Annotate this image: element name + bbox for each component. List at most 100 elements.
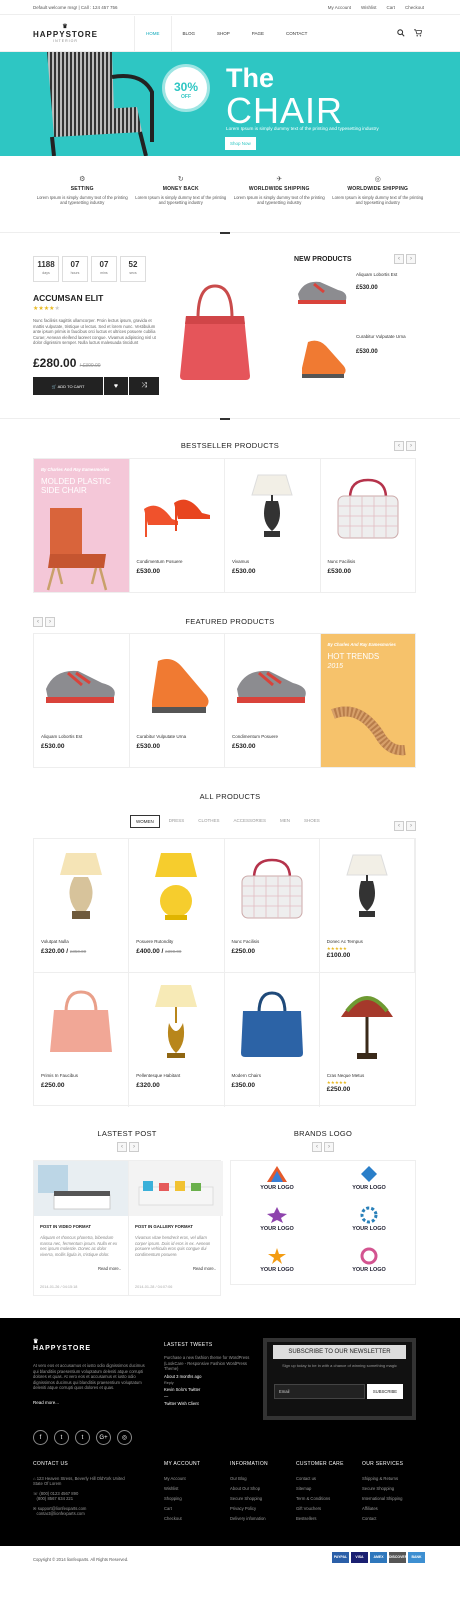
- footer-link[interactable]: Shipping & Returns: [362, 1476, 403, 1481]
- tab-clothes[interactable]: CLOTHES: [193, 815, 224, 828]
- brand-logo[interactable]: YOUR LOGO: [231, 1161, 323, 1202]
- product-card[interactable]: Cras Neque Metus ★★★★★ £250.00: [320, 973, 415, 1107]
- post-card[interactable]: POST IN GALLERY FORMAT Vivamus vitae hen…: [129, 1161, 223, 1295]
- tab-shoes[interactable]: SHOES: [299, 815, 325, 828]
- promo-hot-trends[interactable]: By Charles And Ray Eamesmories HOT TREND…: [320, 634, 415, 767]
- heart-icon[interactable]: ♥: [104, 377, 128, 395]
- nav-shop[interactable]: SHOP: [206, 16, 241, 52]
- prev-arrow[interactable]: ‹: [117, 1142, 127, 1152]
- brand-logo[interactable]: YOUR LOGO: [231, 1243, 323, 1284]
- compare-icon[interactable]: ⤨: [129, 377, 159, 395]
- newsletter-box: SUBSCRIBE TO OUR NEWSLETTER Sign up toda…: [263, 1338, 416, 1420]
- prev-arrow[interactable]: ‹: [312, 1142, 322, 1152]
- product-card[interactable]: Vivamus £530.00: [225, 459, 321, 592]
- product-card[interactable]: Nunc Facilisis £530.00: [321, 459, 416, 592]
- footer-logo[interactable]: ♛ HAPPYSTORE: [33, 1338, 91, 1352]
- footer-read-more[interactable]: Read more...: [33, 1400, 59, 1405]
- brand-logo[interactable]: YOUR LOGO: [323, 1202, 415, 1243]
- brand-logo[interactable]: YOUR LOGO: [323, 1243, 415, 1284]
- product-card[interactable]: Donec Ac Tempus ★★★★★ £100.00: [319, 839, 415, 973]
- brand-logo[interactable]: YOUR LOGO: [231, 1202, 323, 1243]
- nav-contact[interactable]: CONTACT: [275, 16, 318, 52]
- product-card[interactable]: Primis In Faucibus £250.00: [34, 973, 130, 1107]
- checkout-link[interactable]: Checkout: [405, 5, 424, 10]
- dribbble-icon[interactable]: ◎: [117, 1430, 132, 1445]
- read-more-link[interactable]: Read more..: [193, 1266, 216, 1271]
- next-arrow[interactable]: ›: [129, 1142, 139, 1152]
- promo-molded-chair[interactable]: By Charles And Ray Eamesmories MOLDED PL…: [34, 459, 130, 592]
- list-item[interactable]: Curabitur Vulputate Urna £530.00: [294, 334, 416, 380]
- cart-link[interactable]: Cart: [386, 5, 395, 10]
- lamp-image: [346, 854, 388, 917]
- site-logo[interactable]: ♛ HAPPYSTORE INTERIOR: [33, 24, 98, 43]
- tweet-author[interactable]: Kevin Solo's Twitter: [164, 1387, 256, 1392]
- footer-link[interactable]: Delivery infomation: [230, 1516, 268, 1521]
- footer-our-services: OUR SERVICES Shipping & Returns Secure S…: [362, 1461, 404, 1521]
- footer-link[interactable]: Wishlist: [164, 1486, 200, 1491]
- footer-link[interactable]: Our Blog: [230, 1476, 268, 1481]
- product-card[interactable]: Pellentesque Habitant £320.00: [129, 973, 225, 1107]
- footer-link[interactable]: Secure Shopping: [362, 1486, 403, 1491]
- post-card[interactable]: POST IN VIDEO FORMAT Aliquam et rhoncus …: [34, 1161, 129, 1295]
- sneaker-image: [298, 281, 347, 304]
- all-products-title: ALL PRODUCTS: [199, 792, 261, 801]
- footer-link[interactable]: Gift Vouchers: [296, 1506, 344, 1511]
- deal-product-name[interactable]: ACCUMSAN ELIT: [33, 293, 103, 303]
- footer-link[interactable]: Term & Conditions: [296, 1496, 344, 1501]
- product-card[interactable]: Curabitur Vulputate Urna £530.00: [130, 634, 225, 767]
- nav-page[interactable]: PAGE: [241, 16, 275, 52]
- wishlist-link[interactable]: Wishlist: [361, 5, 377, 10]
- cart-icon[interactable]: [414, 29, 423, 39]
- twitter-icon[interactable]: t: [54, 1430, 69, 1445]
- tab-dress[interactable]: DRESS: [164, 815, 190, 828]
- next-arrow[interactable]: ›: [406, 441, 416, 451]
- footer-link[interactable]: Checkout: [164, 1516, 200, 1521]
- prev-arrow[interactable]: ‹: [394, 254, 404, 264]
- footer-link[interactable]: Affiliates: [362, 1506, 403, 1511]
- nav-home[interactable]: HOME: [134, 16, 172, 52]
- product-card[interactable]: Modern Chairs £350.00: [225, 973, 320, 1107]
- footer-link[interactable]: My Account: [164, 1476, 200, 1481]
- tab-accessories[interactable]: ACCESSORIES: [229, 815, 272, 828]
- footer-link[interactable]: Privacy Policy: [230, 1506, 268, 1511]
- tweet-reply-link[interactable]: Reply: [164, 1381, 256, 1385]
- footer-link[interactable]: Secure Shopping: [230, 1496, 268, 1501]
- newsletter-email-input[interactable]: Email: [274, 1384, 365, 1399]
- lamp-image: [60, 853, 103, 919]
- next-arrow[interactable]: ›: [324, 1142, 334, 1152]
- next-arrow[interactable]: ›: [406, 254, 416, 264]
- prev-arrow[interactable]: ‹: [394, 441, 404, 451]
- tumblr-icon[interactable]: t: [75, 1430, 90, 1445]
- product-card[interactable]: Condimentum Posuere £530.00: [225, 634, 321, 767]
- tab-women[interactable]: WOMEN: [130, 815, 160, 828]
- shop-now-button[interactable]: Shop Now: [225, 137, 256, 150]
- add-to-cart-button[interactable]: 🛒 ADD TO CART: [33, 377, 103, 395]
- footer-link[interactable]: Contact: [362, 1516, 403, 1521]
- footer-link[interactable]: International Shipping: [362, 1496, 403, 1501]
- tab-men[interactable]: MEN: [275, 815, 295, 828]
- nav-blog[interactable]: BLOG: [172, 16, 207, 52]
- footer-link[interactable]: Sitemap: [296, 1486, 344, 1491]
- footer-link[interactable]: About Our Shop: [230, 1486, 268, 1491]
- twitter-link[interactable]: Twitter Wish Client: [164, 1401, 256, 1406]
- google-plus-icon[interactable]: G+: [96, 1430, 111, 1445]
- product-card[interactable]: Aliquam Lobortis Est £530.00: [34, 634, 130, 767]
- product-card[interactable]: Condimentum Posuere £530.00: [130, 459, 225, 592]
- product-card[interactable]: Volutpat Nulla £320.00 / £350.00: [34, 839, 130, 973]
- facebook-icon[interactable]: f: [33, 1430, 48, 1445]
- next-arrow[interactable]: ›: [406, 821, 416, 831]
- handbag-image[interactable]: [176, 280, 254, 386]
- footer-link[interactable]: Cart: [164, 1506, 200, 1511]
- footer-link[interactable]: Contact us: [296, 1476, 344, 1481]
- footer-link[interactable]: Shopping: [164, 1496, 200, 1501]
- search-icon[interactable]: [397, 29, 405, 39]
- read-more-link[interactable]: Read more..: [98, 1266, 121, 1271]
- subscribe-button[interactable]: SUBSCRIBE: [367, 1384, 403, 1399]
- prev-arrow[interactable]: ‹: [394, 821, 404, 831]
- product-card[interactable]: Posuere Rutondity £400.00 / £390.00: [129, 839, 225, 973]
- list-item[interactable]: Aliquam Lobortis Est £530.00: [294, 272, 416, 318]
- footer-link[interactable]: Bestsellers: [296, 1516, 344, 1521]
- product-card[interactable]: Nunc Facilisis £250.00: [224, 839, 320, 973]
- my-account-link[interactable]: My Account: [328, 5, 351, 10]
- brand-logo[interactable]: YOUR LOGO: [323, 1161, 415, 1202]
